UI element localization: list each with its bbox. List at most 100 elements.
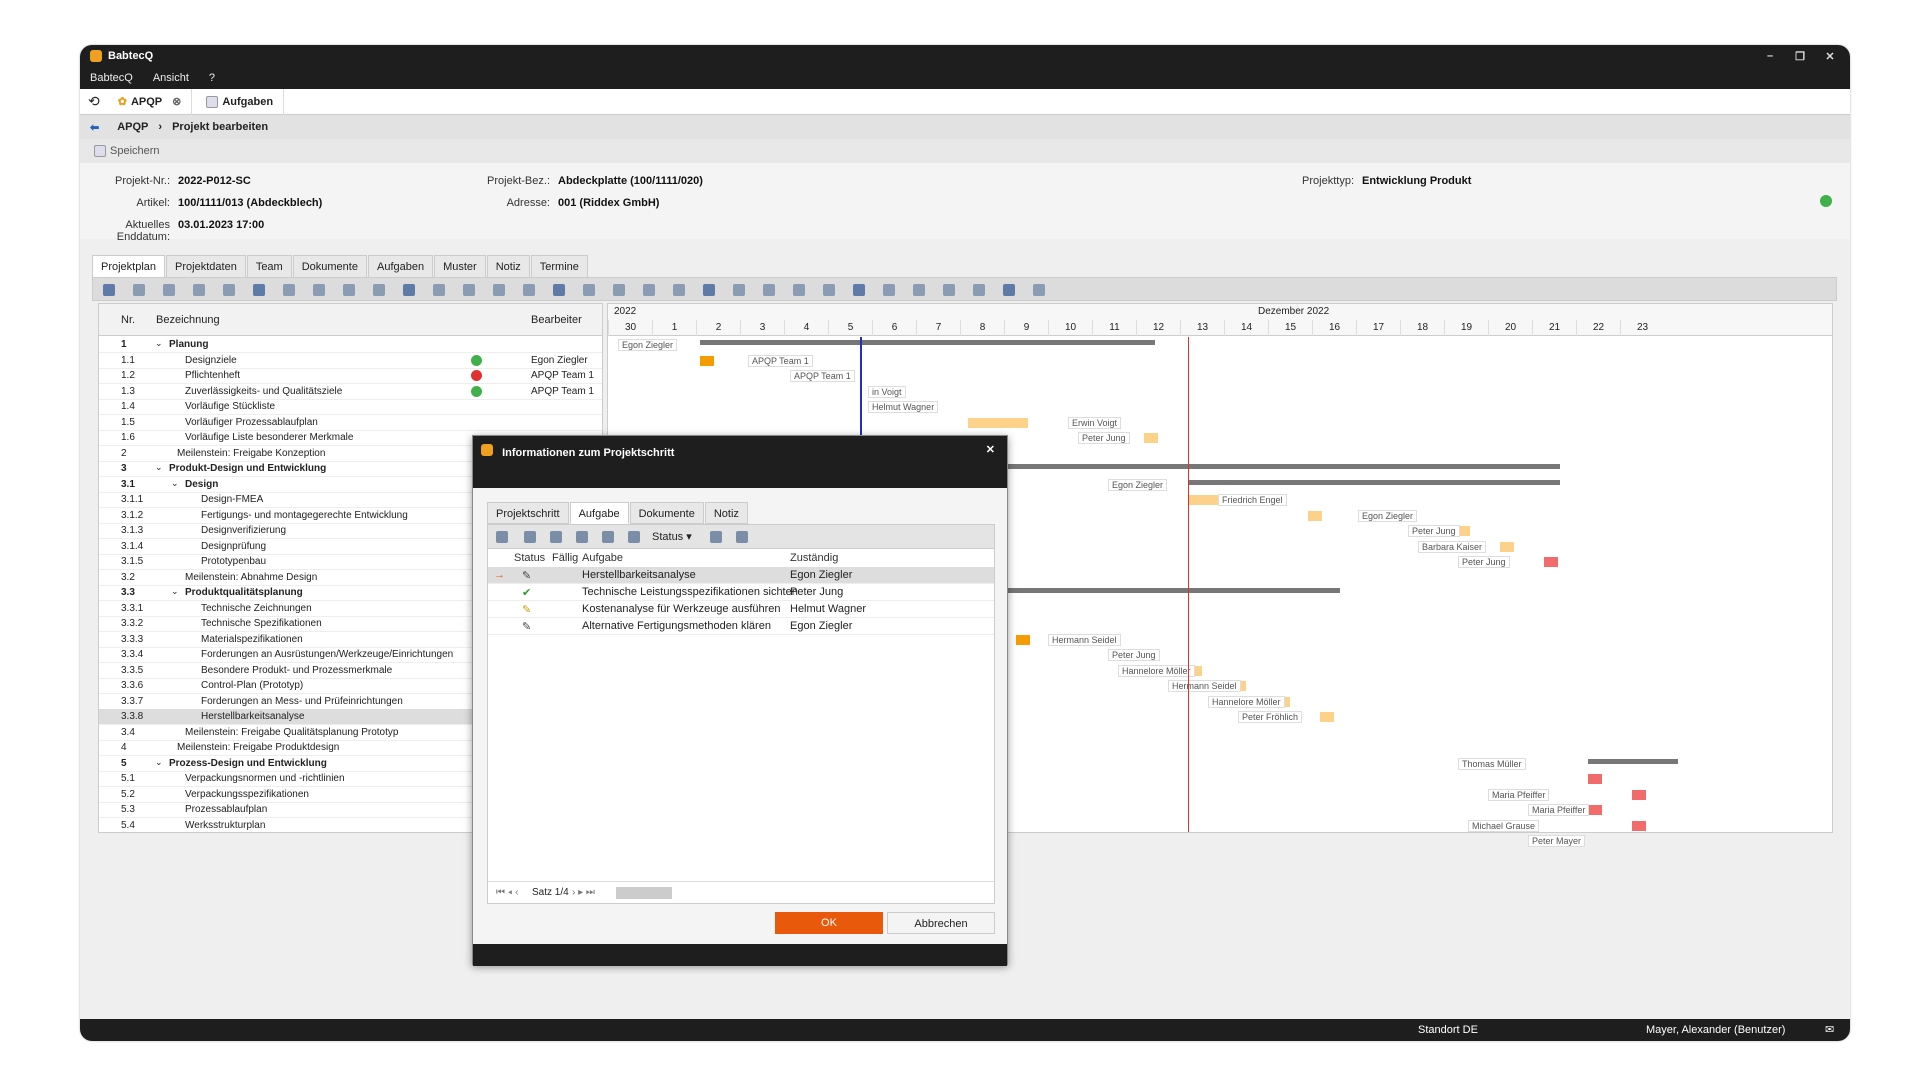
toolbar-action-icon[interactable] — [823, 284, 835, 296]
collapse-icon[interactable]: ⌄ — [171, 478, 179, 489]
collapse-icon[interactable]: ⌄ — [155, 338, 163, 349]
mail-icon[interactable]: ✉ — [1825, 1023, 1834, 1036]
toolbar-action-icon[interactable] — [253, 284, 265, 296]
cancel-button[interactable]: Abbrechen — [887, 912, 995, 934]
task-bar[interactable] — [1632, 820, 1646, 831]
save-button[interactable]: Speichern — [110, 145, 160, 157]
refresh-task-icon[interactable] — [710, 531, 722, 543]
toolbar-action-icon[interactable] — [313, 284, 325, 296]
menu-ansicht[interactable]: Ansicht — [153, 72, 189, 84]
toolbar-action-icon[interactable] — [343, 284, 355, 296]
col-nr[interactable]: Nr. — [121, 314, 135, 326]
summary-bar[interactable] — [1588, 758, 1678, 764]
edit-task-icon[interactable] — [524, 531, 536, 543]
toolbar-action-icon[interactable] — [763, 284, 775, 296]
toolbar-action-icon[interactable] — [883, 284, 895, 296]
task-bar[interactable] — [1320, 712, 1334, 722]
menu-babtecq[interactable]: BabtecQ — [90, 72, 133, 84]
collapse-icon[interactable]: ⌄ — [171, 586, 179, 597]
subtab-team[interactable]: Team — [246, 255, 292, 277]
pager-nav-icon[interactable]: ⏮ ◂ ‹ — [496, 887, 518, 898]
toolbar-action-icon[interactable] — [1003, 284, 1015, 296]
dialog-tab-projektschritt[interactable]: Projektschritt — [487, 502, 569, 524]
columns-icon[interactable] — [602, 531, 614, 543]
summary-bar[interactable] — [700, 340, 1155, 345]
grid-row[interactable]: 1.1 Designziele Egon Ziegler — [99, 353, 602, 369]
toolbar-action-icon[interactable] — [913, 284, 925, 296]
toolbar-action-icon[interactable] — [373, 284, 385, 296]
tab-close-icon[interactable]: ⊗ — [172, 95, 181, 108]
grid-row[interactable]: 1.2 Pflichtenheft APQP Team 1 — [99, 368, 602, 384]
col-faellig[interactable]: Fällig — [552, 549, 578, 567]
toolbar-action-icon[interactable] — [163, 284, 175, 296]
col-aufgabe[interactable]: Aufgabe — [582, 549, 623, 567]
toolbar-action-icon[interactable] — [463, 284, 475, 296]
status-dropdown[interactable]: Status ▾ — [652, 530, 692, 543]
toolbar-action-icon[interactable] — [973, 284, 985, 296]
subtab-projektdaten[interactable]: Projektdaten — [166, 255, 246, 277]
toolbar-action-icon[interactable] — [703, 284, 715, 296]
toolbar-action-icon[interactable] — [223, 284, 235, 296]
toolbar-action-icon[interactable] — [943, 284, 955, 296]
toolbar-action-icon[interactable] — [103, 284, 115, 296]
task-row[interactable]: → ✎ Herstellbarkeitsanalyse Egon Ziegler — [488, 567, 994, 584]
toolbar-action-icon[interactable] — [193, 284, 205, 296]
toolbar-action-icon[interactable] — [853, 284, 865, 296]
dialog-tab-aufgabe[interactable]: Aufgabe — [569, 502, 629, 524]
task-bar[interactable] — [1500, 541, 1514, 552]
toolbar-action-icon[interactable] — [403, 284, 415, 296]
task-bar[interactable] — [1632, 789, 1646, 800]
task-bar[interactable] — [1588, 774, 1602, 784]
toolbar-action-icon[interactable] — [493, 284, 505, 296]
filter-clear-icon[interactable] — [736, 531, 748, 543]
toolbar-action-icon[interactable] — [733, 284, 745, 296]
toolbar-action-icon[interactable] — [133, 284, 145, 296]
collapse-icon[interactable]: ⌄ — [155, 462, 163, 473]
toolbar-action-icon[interactable] — [553, 284, 565, 296]
collapse-icon[interactable]: ⌄ — [155, 757, 163, 768]
toolbar-action-icon[interactable] — [433, 284, 445, 296]
grid-row[interactable]: 1.5 Vorläufiger Prozessablaufplan — [99, 415, 602, 431]
close-icon[interactable]: ✕ — [1815, 45, 1845, 67]
grid-row[interactable]: 1.4 Vorläufige Stückliste — [99, 399, 602, 415]
task-row[interactable]: ✔ Technische Leistungsspezifikationen sic… — [488, 584, 994, 601]
summary-bar[interactable] — [1188, 479, 1560, 485]
task-row[interactable]: ✎ Kostenanalyse für Werkzeuge ausführen He… — [488, 601, 994, 618]
tab-aufgaben[interactable]: Aufgaben — [192, 88, 285, 115]
toolbar-action-icon[interactable] — [583, 284, 595, 296]
export-icon[interactable] — [628, 531, 640, 543]
task-bar[interactable] — [1016, 634, 1030, 645]
subtab-notiz[interactable]: Notiz — [486, 255, 530, 277]
new-task-icon[interactable] — [496, 531, 508, 543]
col-zustaendig[interactable]: Zuständig — [790, 549, 838, 567]
subtab-projektplan[interactable]: Projektplan — [92, 255, 166, 277]
dialog-tab-notiz[interactable]: Notiz — [704, 502, 748, 524]
toolbar-action-icon[interactable] — [283, 284, 295, 296]
breadcrumb-root[interactable]: APQP — [117, 121, 148, 133]
toolbar-action-icon[interactable] — [643, 284, 655, 296]
menu-help[interactable]: ? — [209, 72, 215, 84]
subtab-aufgaben[interactable]: Aufgaben — [367, 255, 434, 277]
horizontal-scrollbar[interactable] — [616, 887, 672, 899]
grid-row[interactable]: 1 Planung ⌄ — [99, 337, 602, 353]
subtab-muster[interactable]: Muster — [434, 255, 486, 277]
col-status[interactable]: Status — [514, 549, 545, 567]
subtab-termine[interactable]: Termine — [530, 255, 588, 277]
tab-apqp[interactable]: ✿ APQP ⊗ — [108, 88, 193, 115]
task-bar[interactable] — [1588, 805, 1602, 815]
dialog-close-icon[interactable]: ✕ — [986, 443, 995, 456]
back-arrow-icon[interactable]: ⬅ — [90, 121, 99, 134]
col-bearbeiter[interactable]: Bearbeiter — [531, 314, 582, 326]
minimize-icon[interactable]: – — [1755, 45, 1785, 67]
restore-icon[interactable]: ❐ — [1785, 45, 1815, 67]
col-bezeichnung[interactable]: Bezeichnung — [156, 314, 220, 326]
task-bar[interactable] — [968, 417, 1028, 428]
delete-task-icon[interactable] — [576, 531, 588, 543]
toolbar-action-icon[interactable] — [673, 284, 685, 296]
task-bar[interactable] — [700, 355, 714, 366]
task-bar[interactable] — [1308, 510, 1322, 521]
dialog-tab-dokumente[interactable]: Dokumente — [629, 502, 704, 524]
toolbar-action-icon[interactable] — [523, 284, 535, 296]
toolbar-action-icon[interactable] — [1033, 284, 1045, 296]
ok-button[interactable]: OK — [775, 912, 883, 934]
